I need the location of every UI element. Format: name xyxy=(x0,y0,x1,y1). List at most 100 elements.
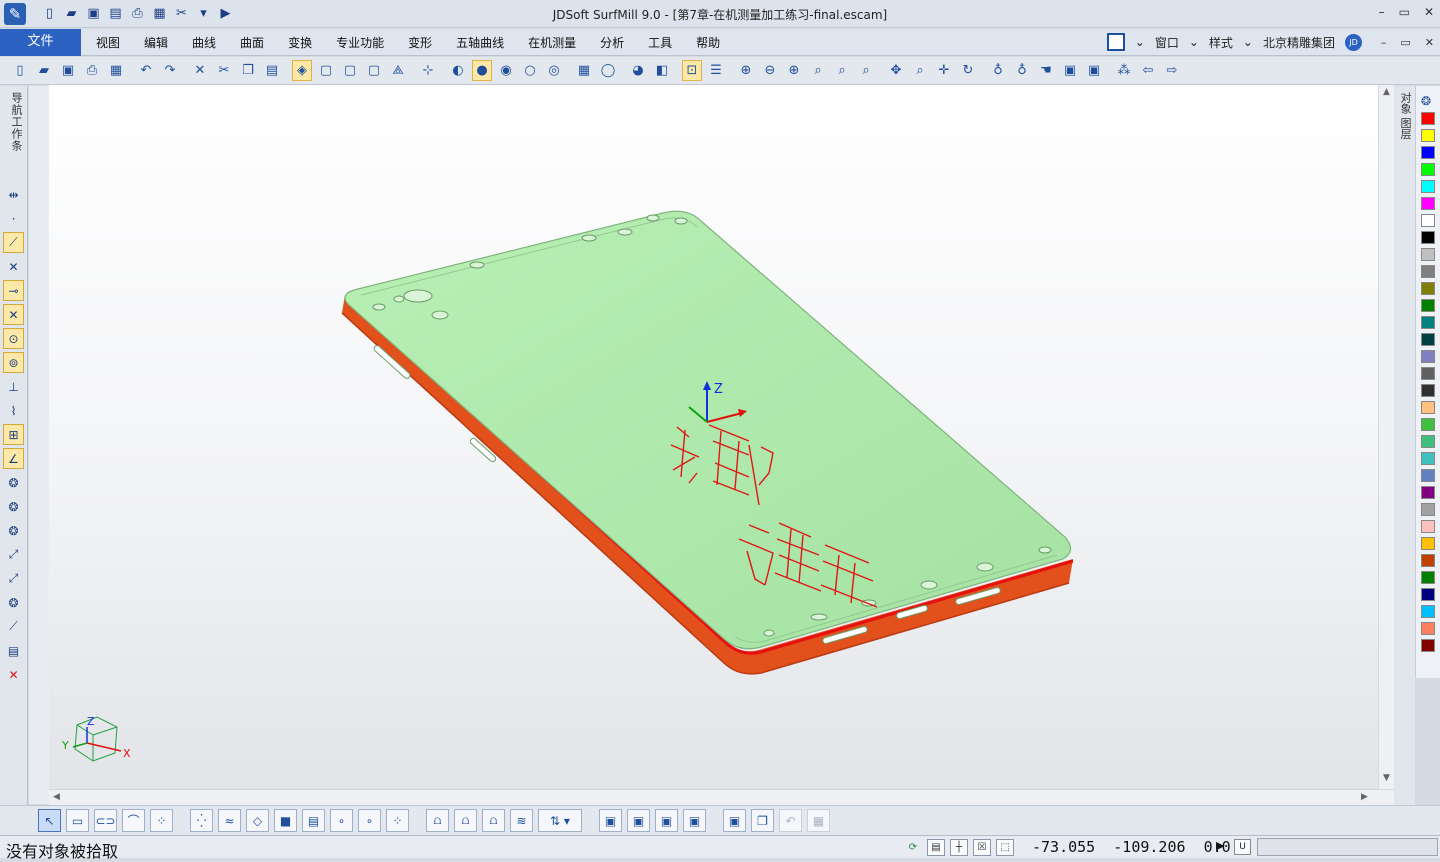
color-swatch[interactable] xyxy=(1421,282,1435,295)
frame-status-icon[interactable]: ⬚ xyxy=(996,839,1014,856)
color-swatch[interactable] xyxy=(1421,129,1435,142)
color-swatch[interactable] xyxy=(1421,112,1435,125)
render-mode-icon[interactable]: ◎ xyxy=(544,60,564,81)
color-swatch[interactable] xyxy=(1421,639,1435,652)
print-icon[interactable]: ⎙ xyxy=(128,4,147,23)
snap-intersection-icon[interactable]: ✕ xyxy=(3,304,24,325)
frame-dots-icon[interactable]: ▣ xyxy=(683,809,706,832)
cross-status-icon[interactable]: ☒ xyxy=(973,839,991,856)
render-color-icon[interactable]: ◉ xyxy=(496,60,516,81)
tools-icon[interactable]: ✂ xyxy=(172,4,191,23)
color-swatch[interactable] xyxy=(1421,486,1435,499)
chevron-down-icon[interactable]: ⌄ xyxy=(1189,35,1199,49)
light-green-icon[interactable]: ♁ xyxy=(1012,60,1032,81)
zoom-prev-icon[interactable]: ⌕ xyxy=(808,60,828,81)
menu-file[interactable]: 文件 xyxy=(0,29,81,56)
snap-quadrant-icon[interactable]: ⊚ xyxy=(3,352,24,373)
dots-grid-icon[interactable]: ⁘ xyxy=(386,809,409,832)
color-swatch[interactable] xyxy=(1421,231,1435,244)
select-curve-icon[interactable]: ⌒ xyxy=(122,809,145,832)
color-swatch[interactable] xyxy=(1421,520,1435,533)
frame-view-icon[interactable]: ▣ xyxy=(599,809,622,832)
surface-snap2-icon[interactable]: ❂ xyxy=(3,496,24,517)
back-arrow-icon[interactable]: ⇦ xyxy=(1138,60,1158,81)
measure-icon[interactable]: ▣ xyxy=(723,809,746,832)
snap-perpendicular-icon[interactable]: ⊥ xyxy=(3,376,24,397)
menu-surface[interactable]: 曲面 xyxy=(228,29,276,56)
select-chain-icon[interactable]: ⊂⊃ xyxy=(94,809,117,832)
menu-style[interactable]: 样式 xyxy=(1209,34,1233,51)
color-swatch[interactable] xyxy=(1421,180,1435,193)
palette-settings-icon[interactable]: ❂ xyxy=(1421,94,1436,109)
avatar[interactable]: JD xyxy=(1345,33,1362,51)
color-swatch[interactable] xyxy=(1421,163,1435,176)
frame-select-icon[interactable]: ▣ xyxy=(1084,60,1104,81)
green-dots-icon[interactable]: ∘ xyxy=(358,809,381,832)
zoom-all-icon[interactable]: ⌕ xyxy=(832,60,852,81)
pan-icon[interactable]: ✥ xyxy=(886,60,906,81)
select-pointer-icon[interactable]: ↖ xyxy=(38,809,61,832)
select-points-icon[interactable]: ⁘ xyxy=(150,809,173,832)
color-swatch[interactable] xyxy=(1421,316,1435,329)
print-icon[interactable]: ⎙ xyxy=(82,60,102,81)
redo-icon[interactable]: ↷ xyxy=(160,60,180,81)
frame-pick-icon[interactable]: ▣ xyxy=(627,809,650,832)
view-side-icon[interactable]: ▢ xyxy=(364,60,384,81)
menu-transform[interactable]: 变换 xyxy=(276,29,324,56)
snap-angle-icon[interactable]: ∠ xyxy=(3,448,24,469)
select-box-icon[interactable]: ▭ xyxy=(66,809,89,832)
color-swatch[interactable] xyxy=(1421,333,1435,346)
run-icon[interactable]: ▶ xyxy=(216,4,235,23)
point-tool-icon[interactable]: ⁛ xyxy=(190,809,213,832)
menu-tools[interactable]: 工具 xyxy=(636,29,684,56)
color-swatch[interactable] xyxy=(1421,146,1435,159)
color-swatch[interactable] xyxy=(1421,622,1435,635)
new-icon[interactable]: ▯ xyxy=(10,60,30,81)
render-wire-icon[interactable]: ◐ xyxy=(448,60,468,81)
cut-icon[interactable]: ✂ xyxy=(214,60,234,81)
open-icon[interactable]: ▰ xyxy=(34,60,54,81)
model-scene[interactable]: Z xyxy=(49,85,1394,789)
pick-remove-icon[interactable]: ⤢ xyxy=(3,568,24,589)
render-shaded-icon[interactable]: ● xyxy=(472,60,492,81)
fullscreen-icon[interactable] xyxy=(1106,33,1125,51)
rotate-view-icon[interactable]: ↻ xyxy=(958,60,978,81)
tool-path-icon[interactable]: ⩍ xyxy=(426,809,449,832)
refresh-icon[interactable]: ⟳ xyxy=(904,839,922,856)
panel-splitter[interactable] xyxy=(29,86,49,804)
scroll-up-icon[interactable]: ▲ xyxy=(1383,87,1390,97)
play-icon[interactable]: ▶ xyxy=(1216,839,1230,855)
sphere-icon[interactable]: ◯ xyxy=(598,60,618,81)
menu-analysis[interactable]: 分析 xyxy=(588,29,636,56)
doc-close-button[interactable]: ✕ xyxy=(1425,36,1434,49)
snap-grid-icon[interactable]: ⊞ xyxy=(3,424,24,445)
menu-curve[interactable]: 曲线 xyxy=(180,29,228,56)
zoom-in-icon[interactable]: ⊕ xyxy=(784,60,804,81)
copy-icon[interactable]: ❐ xyxy=(238,60,258,81)
color-swatch[interactable] xyxy=(1421,588,1435,601)
light-blue-icon[interactable]: ♁ xyxy=(988,60,1008,81)
frame-move-icon[interactable]: ▣ xyxy=(655,809,678,832)
color-swatch[interactable] xyxy=(1421,537,1435,550)
network-icon[interactable]: ⁂ xyxy=(1114,60,1134,81)
color-swatch[interactable] xyxy=(1421,214,1435,227)
surface-snap3-icon[interactable]: ❂ xyxy=(3,520,24,541)
snap-tangent-icon[interactable]: ⌇ xyxy=(3,400,24,421)
chevron-down-icon[interactable]: ⌄ xyxy=(1243,35,1253,49)
sort-dropdown[interactable]: ⇅ ▾ xyxy=(538,809,582,832)
color-swatch[interactable] xyxy=(1421,299,1435,312)
save-icon[interactable]: ▣ xyxy=(84,4,103,23)
scroll-down-icon[interactable]: ▼ xyxy=(1383,773,1390,783)
color-swatch[interactable] xyxy=(1421,452,1435,465)
view-front-icon[interactable]: ▢ xyxy=(316,60,336,81)
color-swatch[interactable] xyxy=(1421,554,1435,567)
save-all-icon[interactable]: ▦ xyxy=(106,60,126,81)
chevron-down-icon[interactable]: ⌄ xyxy=(1135,35,1145,49)
move-view-icon[interactable]: ✛ xyxy=(934,60,954,81)
tool-path3-icon[interactable]: ⩍ xyxy=(482,809,505,832)
open-file-icon[interactable]: ▰ xyxy=(62,4,81,23)
pick-filter-icon[interactable]: ⊡ xyxy=(682,60,702,81)
scroll-left-icon[interactable]: ◀ xyxy=(53,792,60,802)
zoom-fit-icon[interactable]: ⌕ xyxy=(856,60,876,81)
color-swatch[interactable] xyxy=(1421,265,1435,278)
